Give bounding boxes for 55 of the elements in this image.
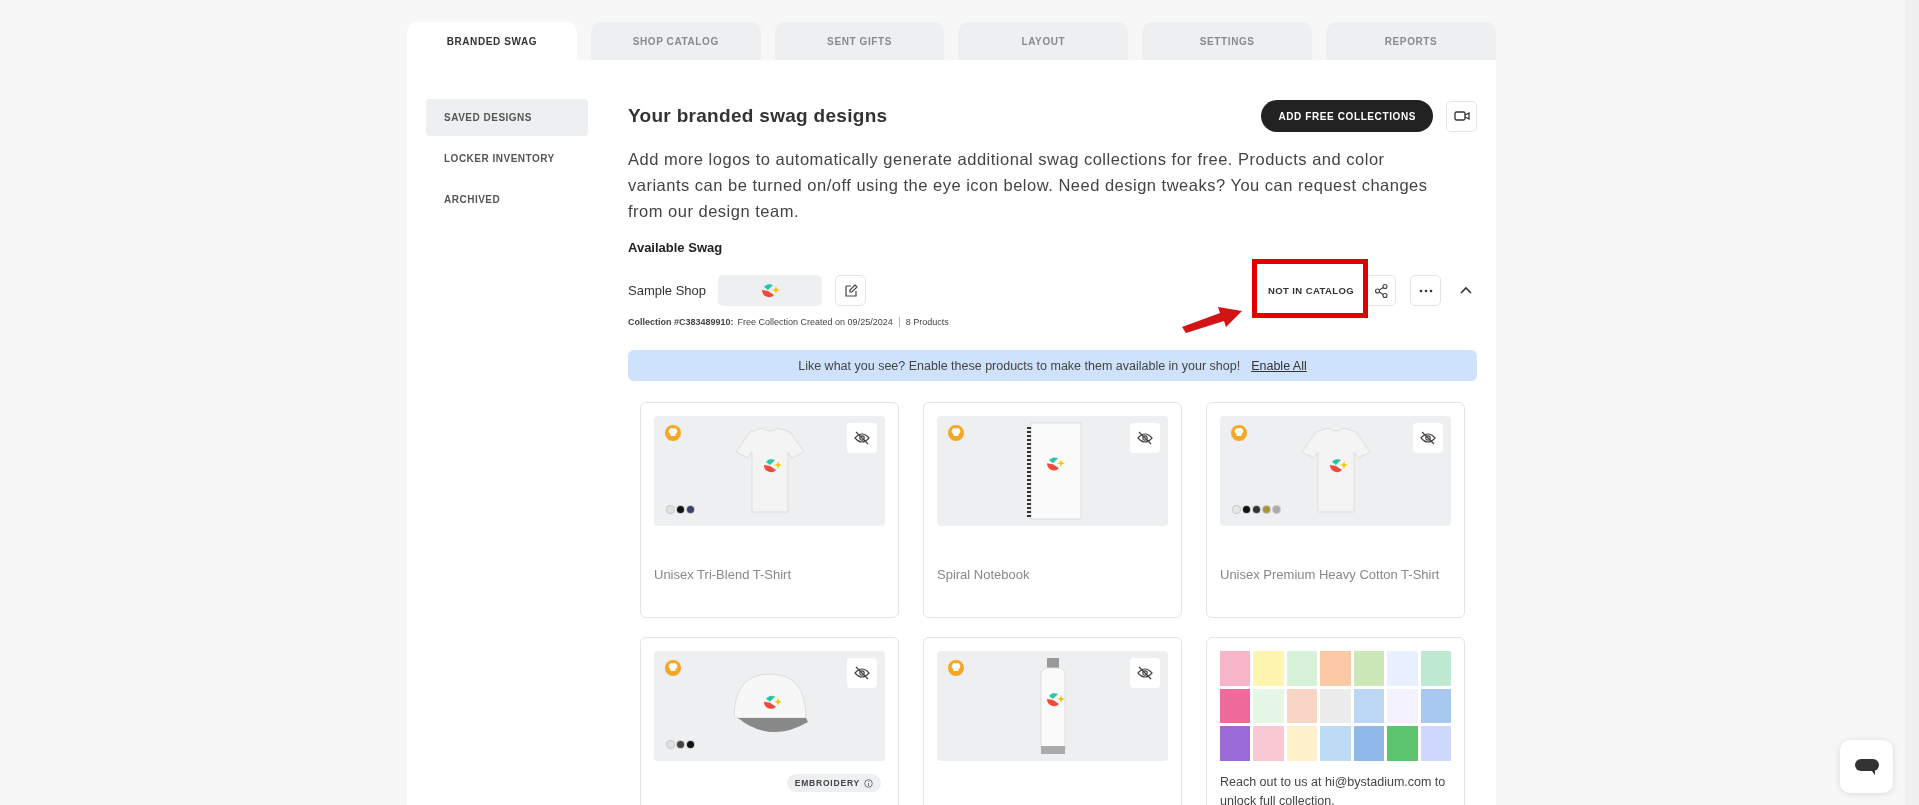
lightbulb-icon — [665, 425, 681, 441]
tag-label: EMBROIDERY — [794, 778, 860, 788]
eye-off-icon — [854, 431, 870, 445]
created-date: Free Collection Created on 09/25/2024 — [737, 317, 900, 327]
color-swatch[interactable] — [667, 741, 674, 748]
color-swatch[interactable] — [1243, 506, 1250, 513]
video-camera-icon — [1453, 109, 1470, 123]
lightbulb-icon — [948, 425, 964, 441]
eye-off-icon — [1420, 431, 1436, 445]
edit-icon — [842, 282, 859, 299]
sidebar-item[interactable]: LOCKER INVENTORY — [426, 140, 588, 177]
eye-off-button[interactable] — [1130, 658, 1160, 688]
info-icon — [864, 778, 873, 788]
sidebar-item[interactable]: SAVED DESIGNS — [426, 99, 588, 136]
color-swatch[interactable] — [677, 741, 684, 748]
sidebar-item[interactable]: ARCHIVED — [426, 181, 588, 218]
more-icon — [1418, 288, 1433, 293]
color-swatch[interactable] — [687, 506, 694, 513]
collection-id: Collection #C383489910: — [628, 317, 734, 327]
enable-all-link[interactable]: Enable All — [1251, 358, 1307, 373]
product-title: Unisex Tri-Blend T-Shirt — [654, 567, 793, 582]
lightbulb-icon — [948, 660, 964, 676]
color-swatch[interactable] — [667, 506, 674, 513]
page-title: Your branded swag designs — [628, 105, 888, 127]
chat-button[interactable] — [1840, 740, 1893, 793]
eye-off-icon — [1137, 431, 1153, 445]
share-icon — [1373, 282, 1388, 299]
lightbulb-icon — [1231, 425, 1247, 441]
chevron-up-icon[interactable] — [1459, 285, 1473, 296]
eye-off-button[interactable] — [847, 423, 877, 453]
product-title: Unisex Premium Heavy Cotton T-Shirt — [1220, 567, 1441, 582]
section-title: Available Swag — [628, 240, 724, 255]
chat-icon — [1853, 757, 1880, 776]
product-count: 8 Products — [905, 317, 949, 327]
color-swatch[interactable] — [687, 741, 694, 748]
eye-off-icon — [854, 666, 870, 680]
lightbulb-icon — [665, 660, 681, 676]
tab[interactable]: BRANDED SWAG — [407, 22, 577, 60]
eye-off-icon — [1137, 666, 1153, 680]
color-swatch[interactable] — [677, 506, 684, 513]
promo-text: Reach out to us at hi@bystadium.com to unlock full collection. — [1220, 774, 1447, 805]
color-swatch[interactable] — [1253, 506, 1260, 513]
color-swatch[interactable] — [1233, 506, 1240, 513]
edit-button[interactable] — [835, 275, 867, 306]
eye-off-button[interactable] — [847, 658, 877, 688]
eye-off-button[interactable] — [1130, 423, 1160, 453]
color-swatch[interactable] — [1273, 506, 1280, 513]
video-button[interactable] — [1446, 100, 1477, 132]
eye-off-button[interactable] — [1413, 423, 1443, 453]
collection-name: Sample Shop — [628, 283, 707, 298]
add-collections-button[interactable]: ADD FREE COLLECTIONS — [1261, 100, 1433, 132]
banner-text: Like what you see? Enable these products to make them available in your shop! — [798, 358, 1241, 373]
product-title: Spiral Notebook — [937, 567, 1031, 582]
color-swatch[interactable] — [1263, 506, 1270, 513]
description-text: Add more logos to automatically generate additional swag collections for free. Products and color variants can be turned on/off using the eye icon below. Need design tweaks? You can request changes from our design team. — [628, 149, 1428, 222]
